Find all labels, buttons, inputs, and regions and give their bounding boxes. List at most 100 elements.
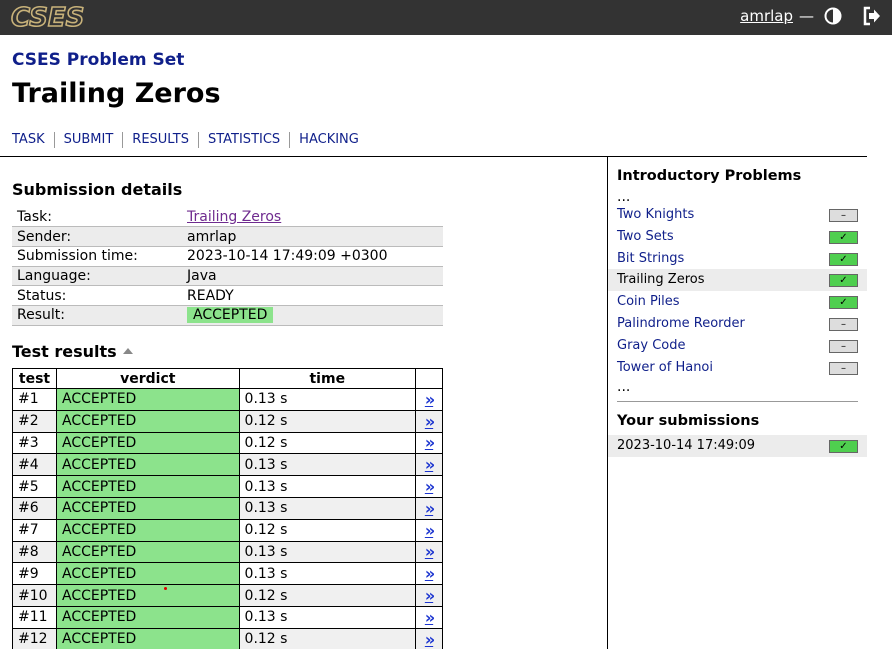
- column-header-link: [415, 368, 443, 389]
- table-row: #12 ACCEPTED 0.12 s »: [12, 627, 443, 649]
- double-chevron-icon[interactable]: »: [425, 630, 435, 649]
- submission-item[interactable]: 2023-10-14 17:49:09 ✓: [608, 435, 867, 458]
- table-row: #4 ACCEPTED 0.13 s »: [12, 453, 443, 477]
- test-details-link[interactable]: »: [415, 562, 443, 586]
- test-details-link[interactable]: »: [415, 475, 443, 498]
- test-details-link[interactable]: »: [415, 518, 443, 542]
- test-details-link[interactable]: »: [415, 388, 443, 411]
- sidebar-ellipsis-top: ...: [617, 189, 631, 205]
- test-verdict: ACCEPTED: [55, 388, 240, 411]
- test-number: #6: [12, 496, 57, 520]
- test-time: 0.13 s: [238, 540, 417, 564]
- unsolved-icon: –: [829, 209, 858, 222]
- problem-name: Bit Strings: [617, 250, 685, 266]
- details-row-language: Language: Java: [12, 266, 443, 287]
- double-chevron-icon[interactable]: »: [425, 521, 435, 540]
- test-details-link[interactable]: »: [415, 496, 443, 520]
- sidebar-problem-item[interactable]: Tower of Hanoi –: [608, 357, 867, 379]
- test-number: #2: [12, 409, 57, 433]
- submission-details-heading: Submission details: [12, 180, 183, 199]
- test-time: 0.13 s: [238, 562, 417, 586]
- test-results-heading[interactable]: Test results: [12, 342, 133, 361]
- tab-task[interactable]: TASK: [12, 132, 54, 148]
- double-chevron-icon[interactable]: »: [425, 608, 435, 627]
- table-row: #10 ACCEPTED 0.12 s »: [12, 584, 443, 607]
- tab-submit[interactable]: SUBMIT: [53, 132, 123, 148]
- username-link[interactable]: amrlap: [740, 7, 793, 25]
- test-number: #5: [12, 475, 57, 498]
- test-verdict: ACCEPTED: [55, 605, 240, 629]
- details-label: Language:: [12, 266, 182, 287]
- test-verdict: ACCEPTED: [55, 518, 240, 542]
- test-verdict: ACCEPTED: [55, 584, 240, 607]
- check-icon: ✓: [829, 252, 858, 266]
- sidebar-problem-item[interactable]: Coin Piles ✓: [608, 291, 867, 313]
- double-chevron-icon[interactable]: »: [425, 499, 435, 518]
- details-label: Status:: [12, 285, 182, 306]
- sidebar-problem-item[interactable]: Gray Code –: [608, 335, 867, 357]
- check-icon: ✓: [829, 274, 858, 288]
- test-time: 0.13 s: [238, 605, 417, 629]
- details-value: Trailing Zeros: [182, 207, 443, 228]
- details-row-time: Submission time: 2023-10-14 17:49:09 +03…: [12, 246, 443, 267]
- table-row: #5 ACCEPTED 0.13 s »: [12, 475, 443, 498]
- sidebar-separator: [617, 401, 858, 403]
- test-details-link[interactable]: »: [415, 540, 443, 564]
- sidebar-problem-item[interactable]: Two Sets ✓: [608, 226, 867, 248]
- cses-logo[interactable]: CSES: [10, 3, 95, 30]
- test-number: #3: [12, 431, 57, 455]
- problem-name: Two Sets: [617, 228, 674, 244]
- test-number: #11: [12, 605, 57, 629]
- test-details-link[interactable]: »: [415, 605, 443, 629]
- sidebar-problem-item[interactable]: Two Knights –: [608, 204, 867, 226]
- table-row: #11 ACCEPTED 0.13 s »: [12, 605, 443, 629]
- test-number: #8: [12, 540, 57, 564]
- test-number: #1: [12, 388, 57, 411]
- double-chevron-icon[interactable]: »: [425, 564, 435, 583]
- logout-icon[interactable]: [862, 6, 882, 26]
- top-bar: CSES amrlap —: [0, 0, 892, 35]
- test-time: 0.13 s: [238, 453, 417, 477]
- details-label: Result:: [12, 305, 182, 326]
- collapse-arrow-icon[interactable]: [122, 348, 133, 354]
- test-number: #7: [12, 518, 57, 542]
- problem-set-title[interactable]: CSES Problem Set: [12, 50, 184, 70]
- details-value: 2023-10-14 17:49:09 +0300: [182, 246, 443, 267]
- check-icon: ✓: [829, 230, 858, 244]
- sidebar-problem-item[interactable]: Trailing Zeros ✓: [608, 269, 867, 292]
- test-details-link[interactable]: »: [415, 431, 443, 455]
- test-number: #9: [12, 562, 57, 586]
- test-details-link[interactable]: »: [415, 409, 443, 433]
- table-row: #8 ACCEPTED 0.13 s »: [12, 540, 443, 564]
- test-details-link[interactable]: »: [415, 627, 443, 649]
- tab-results[interactable]: RESULTS: [122, 132, 198, 148]
- task-link[interactable]: Trailing Zeros: [187, 209, 281, 225]
- tab-statistics[interactable]: STATISTICS: [197, 132, 289, 148]
- details-label: Sender:: [12, 226, 182, 247]
- details-value: amrlap: [182, 226, 443, 247]
- tab-hacking[interactable]: HACKING: [289, 132, 368, 148]
- details-value: Java: [182, 266, 443, 287]
- double-chevron-icon[interactable]: »: [425, 390, 435, 409]
- submissions-heading: Your submissions: [617, 413, 760, 430]
- test-verdict: ACCEPTED: [55, 496, 240, 520]
- double-chevron-icon[interactable]: »: [425, 477, 435, 496]
- sidebar-problem-item[interactable]: Bit Strings ✓: [608, 248, 867, 270]
- submission-time: 2023-10-14 17:49:09: [617, 438, 756, 454]
- page-title: Trailing Zeros: [12, 78, 221, 109]
- sidebar-heading: Introductory Problems: [617, 168, 802, 184]
- sidebar: Introductory Problems ... Two Knights – Tw…: [608, 157, 867, 458]
- test-details-link[interactable]: »: [415, 584, 443, 607]
- double-chevron-icon[interactable]: »: [425, 412, 435, 431]
- test-time: 0.12 s: [238, 518, 417, 542]
- sidebar-problem-item[interactable]: Palindrome Reorder –: [608, 313, 867, 335]
- test-time: 0.12 s: [238, 627, 417, 649]
- double-chevron-icon[interactable]: »: [425, 586, 435, 605]
- problem-list: Two Knights – Two Sets ✓ Bit Strings ✓ Trailin…: [608, 204, 867, 378]
- double-chevron-icon[interactable]: »: [425, 455, 435, 474]
- double-chevron-icon[interactable]: »: [425, 433, 435, 452]
- test-details-link[interactable]: »: [415, 453, 443, 477]
- details-value: READY: [182, 285, 443, 306]
- double-chevron-icon[interactable]: »: [425, 542, 435, 561]
- contrast-icon[interactable]: [824, 7, 842, 25]
